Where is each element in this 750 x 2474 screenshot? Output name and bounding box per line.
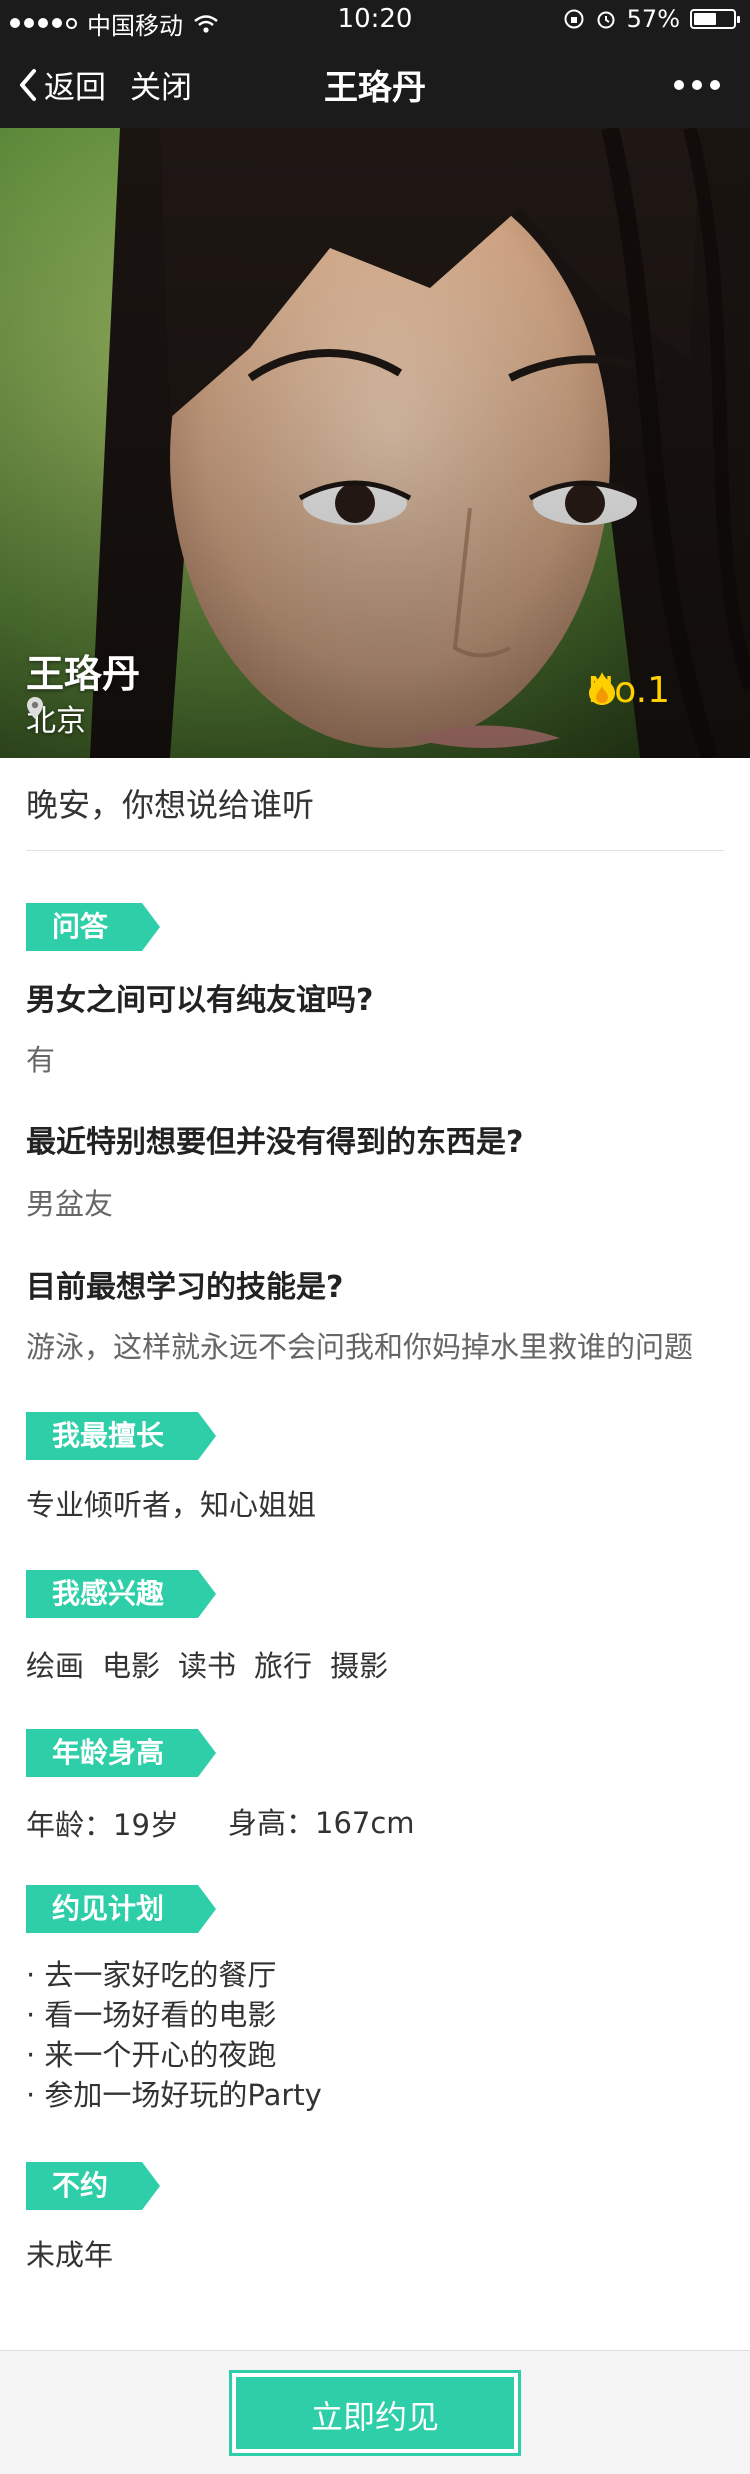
plan-item: · 参加一场好玩的Party bbox=[26, 2078, 322, 2112]
age-text: 年龄：19岁 bbox=[26, 1808, 179, 1842]
close-button[interactable]: 关闭 bbox=[130, 62, 192, 107]
height-text: 身高：167cm bbox=[228, 1806, 415, 1840]
interest-item: 电影 bbox=[102, 1649, 161, 1683]
interest-item: 旅行 bbox=[254, 1649, 313, 1683]
location-pin-icon bbox=[27, 697, 43, 719]
section-tag-qa: 问答 bbox=[26, 903, 161, 951]
battery-icon bbox=[690, 9, 740, 29]
qa-answer-2: 男盆友 bbox=[26, 1187, 114, 1221]
qa-answer-1: 有 bbox=[26, 1043, 56, 1077]
section-tag-plans: 约见计划 bbox=[26, 1885, 217, 1933]
back-button[interactable]: 返回 bbox=[18, 62, 106, 107]
profile-location: 北京 bbox=[26, 696, 86, 740]
plans-list: · 去一家好吃的餐厅 · 看一场好看的电影 · 来一个开心的夜跑 · 参加一场好… bbox=[26, 1955, 322, 2115]
qa-answer-3: 游泳，这样就永远不会问我和你妈掉水里救谁的问题 bbox=[26, 1330, 694, 1364]
back-label: 返回 bbox=[44, 70, 106, 106]
navigation-bar: 返回 关闭 王珞丹 bbox=[0, 40, 750, 128]
section-tag-interests: 我感兴趣 bbox=[26, 1570, 217, 1618]
interests-list: 绘画 电影 读书 旅行 摄影 bbox=[26, 1643, 388, 1685]
no-date-text: 未成年 bbox=[26, 2238, 114, 2272]
status-bar: 中国移动 10:20 57% bbox=[0, 0, 750, 40]
interest-item: 读书 bbox=[178, 1649, 237, 1683]
section-tag-skills: 我最擅长 bbox=[26, 1412, 217, 1460]
profile-photo[interactable]: 王珞丹 北京 No.1 bbox=[0, 128, 750, 758]
qa-question-3: 目前最想学习的技能是? bbox=[26, 1270, 344, 1305]
alarm-icon bbox=[597, 11, 615, 29]
flame-icon bbox=[589, 672, 616, 705]
skills-text: 专业倾听者，知心姐姐 bbox=[26, 1488, 317, 1522]
profile-tagline: 晚安，你想说给谁听 bbox=[26, 786, 315, 824]
more-options-icon[interactable] bbox=[674, 80, 720, 90]
qa-question-2: 最近特别想要但并没有得到的东西是? bbox=[26, 1125, 524, 1160]
divider bbox=[26, 850, 724, 851]
section-tag-no-date: 不约 bbox=[26, 2162, 161, 2210]
rank-badge: No.1 bbox=[587, 670, 670, 711]
page-title: 王珞丹 bbox=[324, 68, 426, 108]
chevron-left-icon bbox=[20, 68, 36, 101]
plan-item: · 看一场好看的电影 bbox=[26, 1998, 277, 2032]
book-meeting-button[interactable]: 立即约见 bbox=[229, 2370, 521, 2456]
profile-name: 王珞丹 bbox=[26, 652, 141, 696]
plan-item: · 来一个开心的夜跑 bbox=[26, 2038, 277, 2072]
interest-item: 绘画 bbox=[26, 1649, 85, 1683]
interest-item: 摄影 bbox=[330, 1649, 389, 1683]
section-tag-age-height: 年龄身高 bbox=[26, 1729, 217, 1777]
rotation-lock-icon bbox=[564, 9, 584, 29]
battery-percent: 57% bbox=[626, 5, 680, 33]
qa-question-1: 男女之间可以有纯友谊吗? bbox=[26, 983, 374, 1018]
plan-item: · 去一家好吃的餐厅 bbox=[26, 1958, 277, 1992]
